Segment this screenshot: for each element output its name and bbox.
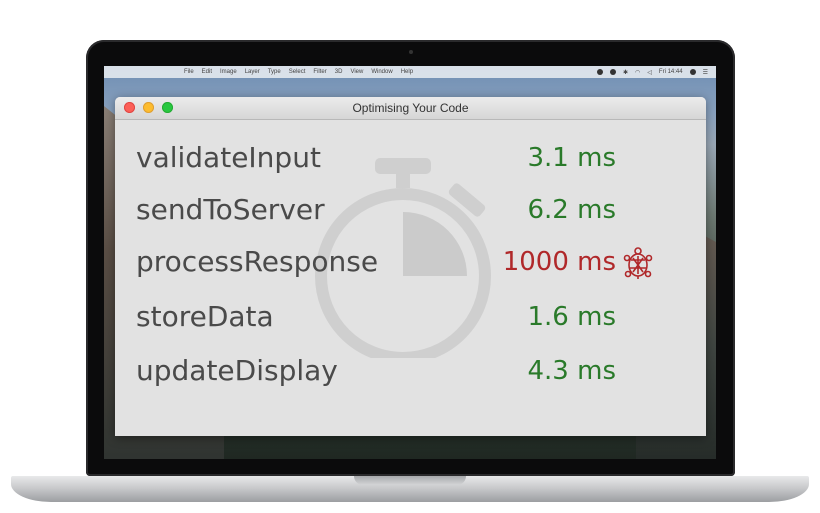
bluetooth-icon[interactable]: ✱ [623, 69, 628, 76]
camera [409, 50, 413, 54]
menu-layer[interactable]: Layer [245, 69, 260, 75]
window-title: Optimising Your Code [352, 101, 469, 115]
timing-row: validateInput 3.1 ms [115, 138, 706, 178]
title-bar[interactable]: Optimising Your Code [115, 97, 706, 120]
timing-value: 6.2 ms [527, 195, 617, 225]
user-icon[interactable] [689, 69, 696, 75]
timing-row: updateDisplay 4.3 ms [115, 351, 706, 391]
menu-select[interactable]: Select [289, 69, 306, 75]
menu-3d[interactable]: 3D [335, 69, 343, 75]
function-name: processResponse [136, 245, 379, 278]
clock[interactable]: Fri 14:44 [659, 69, 683, 75]
wifi-icon[interactable]: ◠ [635, 69, 640, 76]
timing-row: sendToServer 6.2 ms [115, 190, 706, 230]
notification-icon[interactable]: ☰ [703, 69, 708, 76]
app-window: Optimising Your Code validateInput 3.1 m… [115, 97, 706, 436]
timing-value: 3.1 ms [527, 143, 617, 173]
timing-row: processResponse 1000 ms [115, 242, 706, 282]
turtle-icon [623, 247, 653, 279]
sync-icon[interactable] [610, 69, 617, 75]
function-name: updateDisplay [136, 354, 338, 387]
timing-value: 1.6 ms [527, 302, 617, 332]
menu-items: File Edit Image Layer Type Select Filter… [184, 69, 413, 75]
menu-bar: File Edit Image Layer Type Select Filter… [104, 66, 716, 78]
timing-value: 1000 ms [502, 247, 616, 277]
menu-view[interactable]: View [350, 69, 363, 75]
function-name: storeData [136, 300, 274, 333]
function-name: validateInput [136, 141, 321, 174]
timing-value: 4.3 ms [527, 356, 617, 386]
menu-type[interactable]: Type [268, 69, 281, 75]
menu-help[interactable]: Help [401, 69, 413, 75]
menu-image[interactable]: Image [220, 69, 237, 75]
menu-filter[interactable]: Filter [313, 69, 326, 75]
laptop-notch [354, 476, 466, 485]
status-area: ✱ ◠ ◁ Fri 14:44 ☰ [597, 69, 716, 76]
volume-icon[interactable]: ◁ [647, 69, 652, 76]
menu-edit[interactable]: Edit [202, 69, 212, 75]
window-content: validateInput 3.1 ms sendToServer 6.2 ms… [115, 120, 706, 436]
function-name: sendToServer [136, 193, 325, 226]
menu-window[interactable]: Window [371, 69, 392, 75]
creative-cloud-icon[interactable] [597, 69, 604, 75]
timing-row: storeData 1.6 ms [115, 297, 706, 337]
menu-file[interactable]: File [184, 69, 194, 75]
